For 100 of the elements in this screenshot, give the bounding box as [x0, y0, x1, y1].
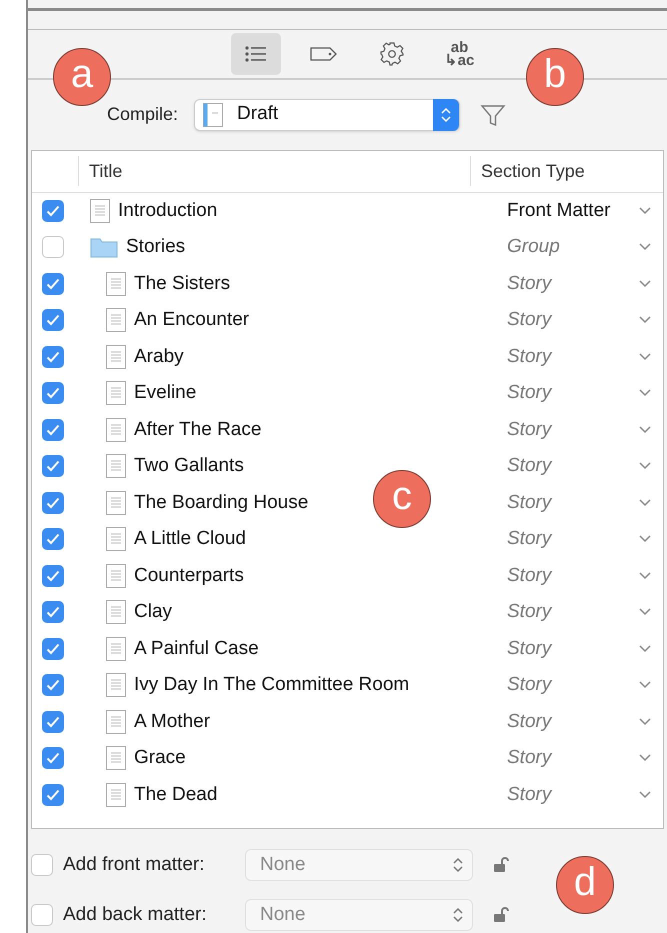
stepper-icon	[452, 856, 464, 874]
checkbox[interactable]	[42, 601, 64, 624]
chevron-icon[interactable]	[639, 718, 651, 726]
section-type[interactable]: Story	[507, 598, 635, 627]
chevron-icon[interactable]	[639, 316, 651, 324]
chevron-icon[interactable]	[639, 498, 651, 507]
compile-label: Compile:	[107, 103, 178, 126]
checkmark-icon	[46, 460, 60, 472]
row-title: Eveline	[134, 381, 196, 406]
chevron-icon[interactable]	[639, 535, 651, 544]
checkbox[interactable]	[42, 382, 64, 404]
chevron-icon[interactable]	[639, 243, 651, 252]
row-title: The Boarding House	[134, 490, 308, 515]
checkbox[interactable]	[42, 784, 64, 806]
section-type[interactable]: Story	[507, 342, 635, 372]
section-type[interactable]: Story	[507, 306, 635, 335]
document-icon	[106, 454, 126, 478]
section-type[interactable]: Story	[507, 671, 635, 700]
stepper-icon	[440, 106, 452, 124]
row-title: A Painful Case	[134, 636, 259, 661]
checkbox[interactable]	[42, 492, 64, 514]
checkbox[interactable]	[42, 455, 64, 478]
chevron-icon[interactable]	[639, 790, 651, 799]
chevron-icon[interactable]	[639, 206, 651, 215]
matter-dropdown[interactable]: None	[245, 899, 473, 932]
row-title: Clay	[134, 600, 172, 624]
chevron-icon[interactable]	[639, 352, 651, 361]
checkmark-icon	[46, 350, 60, 363]
padlock-icon[interactable]	[493, 907, 511, 924]
section-type[interactable]: Story	[507, 634, 635, 664]
document-icon	[106, 381, 126, 406]
checkmark-icon	[46, 496, 60, 509]
checkmark-icon	[46, 788, 60, 801]
row-title: Two Gallants	[134, 454, 244, 478]
row-title: Grace	[134, 746, 186, 770]
checkbox[interactable]	[42, 747, 64, 770]
toolbar-tab[interactable]	[230, 32, 280, 75]
column-header[interactable]: Section Type	[470, 156, 663, 186]
checkbox[interactable]	[42, 309, 64, 332]
chevron-icon[interactable]	[639, 572, 651, 580]
section-type[interactable]: Story	[507, 780, 635, 810]
checkmark-icon	[46, 679, 60, 692]
checkmark-icon	[46, 570, 60, 582]
section-type[interactable]: Front Matter	[507, 196, 635, 226]
checkbox[interactable]	[42, 638, 64, 660]
section-type[interactable]: Story	[507, 744, 635, 773]
checkbox[interactable]	[42, 272, 64, 295]
checkbox[interactable]	[31, 854, 53, 876]
checkmark-icon	[46, 387, 60, 400]
toolbar-tab[interactable]: ab ↳ac	[434, 32, 484, 75]
stepper-icon	[452, 906, 464, 924]
checkmark-icon	[46, 642, 60, 655]
chevron-icon[interactable]	[639, 608, 651, 616]
section-type[interactable]: Story	[507, 416, 635, 444]
document-icon	[106, 564, 126, 588]
section-type[interactable]: Story	[507, 562, 635, 590]
checkbox[interactable]	[42, 418, 64, 441]
section-type[interactable]: Story	[507, 488, 635, 518]
checkbox[interactable]	[42, 710, 64, 733]
section-type[interactable]: Story	[507, 379, 635, 408]
checkmark-icon	[46, 204, 60, 217]
checkbox[interactable]	[42, 236, 64, 258]
matter-label: Add back matter:	[63, 902, 208, 927]
row-title: Araby	[134, 344, 184, 369]
row-title: Stories	[126, 235, 186, 260]
section-type[interactable]: Story	[507, 525, 635, 554]
checkbox[interactable]	[42, 200, 64, 222]
document-icon	[106, 490, 126, 515]
checkbox[interactable]	[42, 674, 64, 696]
chevron-icon[interactable]	[639, 462, 651, 470]
chevron-icon[interactable]	[639, 280, 651, 288]
section-type[interactable]: Story	[507, 452, 635, 481]
column-header[interactable]: Title	[79, 158, 470, 185]
chevron-icon[interactable]	[639, 754, 651, 762]
document-icon	[106, 272, 126, 296]
list-icon	[244, 46, 266, 62]
chevron-icon[interactable]	[639, 681, 651, 690]
checkmark-icon	[46, 716, 60, 728]
row-title: A Mother	[134, 710, 210, 734]
checkbox[interactable]	[42, 564, 64, 587]
document-icon	[106, 600, 126, 624]
chevron-icon[interactable]	[639, 389, 651, 398]
document-icon	[106, 308, 126, 332]
checkmark-icon	[46, 314, 60, 326]
padlock-icon[interactable]	[493, 857, 511, 874]
document-icon	[106, 527, 126, 552]
section-type[interactable]: Story	[507, 270, 635, 298]
document-icon	[106, 673, 126, 698]
row-title: After The Race	[134, 418, 262, 442]
section-type[interactable]: Group	[507, 233, 635, 262]
matter-dropdown[interactable]: None	[245, 849, 473, 882]
checkbox[interactable]	[31, 904, 53, 926]
checkbox[interactable]	[42, 346, 64, 368]
chevron-icon[interactable]	[639, 426, 651, 434]
gear-icon	[380, 42, 404, 66]
chevron-icon[interactable]	[639, 644, 651, 653]
document-icon	[106, 710, 126, 734]
checkbox[interactable]	[42, 528, 64, 550]
section-type[interactable]: Story	[507, 708, 635, 736]
compile-dropdown[interactable]: Draft	[194, 98, 460, 131]
